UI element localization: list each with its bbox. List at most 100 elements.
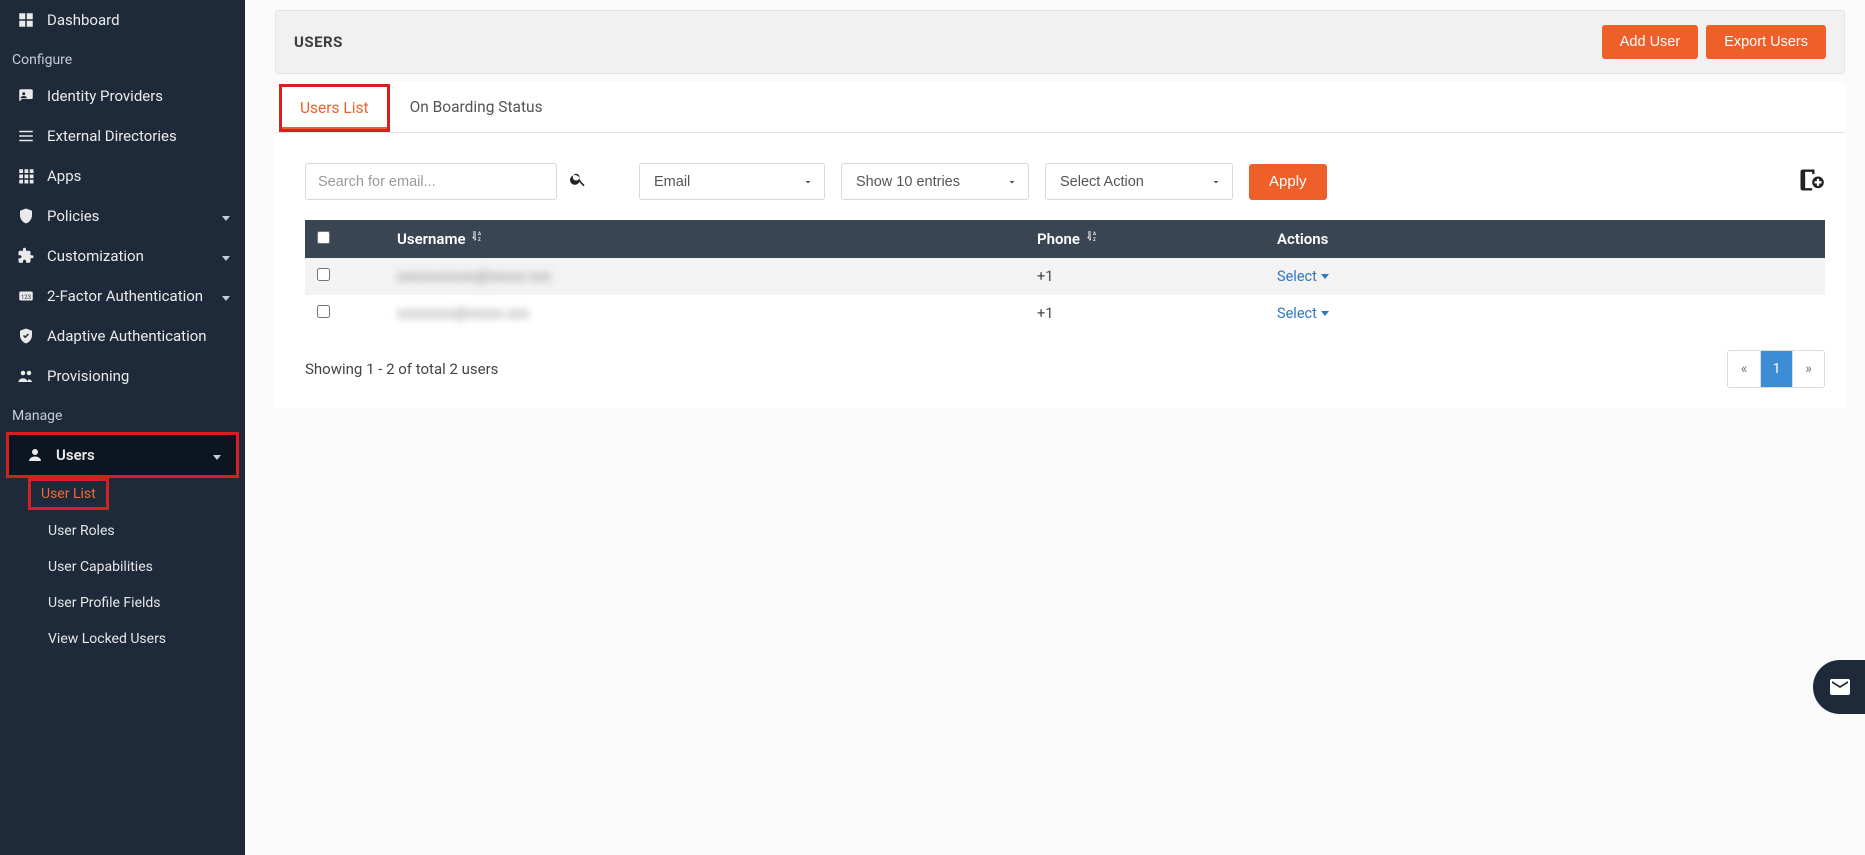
sidebar-item-label: Policies — [47, 207, 99, 225]
caret-down-icon — [1321, 274, 1329, 279]
sidebar-item-users[interactable]: Users — [6, 432, 239, 478]
sidebar-item-apps[interactable]: Apps — [0, 156, 245, 196]
col-phone[interactable]: Phone AZ — [1025, 220, 1265, 258]
id-badge-icon — [15, 87, 37, 105]
sidebar-item-policies[interactable]: Policies — [0, 196, 245, 236]
col-username[interactable]: Username AZ — [385, 220, 1025, 258]
sidebar-item-label: Customization — [47, 247, 144, 265]
sidebar-item-external-directories[interactable]: External Directories — [0, 116, 245, 156]
puzzle-icon — [15, 247, 37, 265]
select-all-checkbox[interactable] — [317, 231, 330, 244]
row-action-label: Select — [1277, 268, 1317, 285]
sidebar-item-provisioning[interactable]: Provisioning — [0, 356, 245, 396]
sort-icon: AZ — [471, 230, 483, 244]
chevron-down-icon — [222, 287, 230, 305]
sidebar-item-label: Adaptive Authentication — [47, 327, 207, 345]
entries-dropdown[interactable]: Show 10 entries — [841, 163, 1029, 200]
bulk-action-dropdown[interactable]: Select Action — [1045, 163, 1233, 200]
sidebar-sub-label: User List — [28, 478, 109, 510]
sidebar-item-identity-providers[interactable]: Identity Providers — [0, 76, 245, 116]
sidebar-sub-user-profile-fields[interactable]: User Profile Fields — [40, 585, 245, 621]
tabs: Users List On Boarding Status — [275, 82, 1845, 133]
sidebar-item-label: Apps — [47, 167, 81, 185]
sidebar-section-configure: Configure — [0, 40, 245, 76]
tab-onboarding-status[interactable]: On Boarding Status — [390, 82, 563, 132]
table-row: xxxxxxxx@xxxxx.xxx +1 Select — [305, 295, 1825, 332]
main-content: USERS Add User Export Users Users List O… — [245, 0, 1865, 855]
users-table-wrap: Username AZ Phone AZ Actions — [275, 220, 1845, 332]
phone-cell: +1 — [1037, 268, 1053, 285]
user-icon — [24, 446, 46, 464]
search-icon[interactable] — [569, 170, 587, 193]
sidebar-sub-label: User Capabilities — [48, 559, 153, 575]
filter-field-dropdown[interactable]: Email — [639, 163, 825, 200]
sidebar-sub-user-capabilities[interactable]: User Capabilities — [40, 549, 245, 585]
svg-text:Z: Z — [478, 237, 481, 243]
dashboard-icon — [15, 11, 37, 29]
list-icon — [15, 127, 37, 145]
tab-users-list[interactable]: Users List — [282, 87, 387, 129]
table-row: xxxxxxxxxxx@xxxxx.xxx +1 Select — [305, 258, 1825, 295]
sidebar-item-dashboard[interactable]: Dashboard — [0, 0, 245, 40]
sidebar-sub-user-roles[interactable]: User Roles — [40, 513, 245, 549]
table-footer: Showing 1 - 2 of total 2 users « 1 » — [275, 332, 1845, 408]
sidebar: Dashboard Configure Identity Providers E… — [0, 0, 245, 855]
number-icon: 123 — [15, 287, 37, 305]
row-action-select[interactable]: Select — [1277, 305, 1329, 322]
username-cell: xxxxxxxxxxx@xxxxx.xxx — [397, 268, 551, 285]
tab-users-list-highlight: Users List — [279, 84, 390, 132]
add-user-button[interactable]: Add User — [1602, 25, 1698, 59]
sidebar-item-label: Dashboard — [47, 11, 120, 29]
export-users-button[interactable]: Export Users — [1706, 25, 1826, 59]
sidebar-sub-user-list[interactable]: User List — [40, 478, 245, 513]
sidebar-sub-label: User Roles — [48, 523, 115, 539]
add-device-icon[interactable] — [1797, 166, 1825, 198]
sidebar-item-label: 2-Factor Authentication — [47, 287, 203, 305]
phone-cell: +1 — [1037, 305, 1053, 322]
page-prev-button[interactable]: « — [1728, 351, 1760, 387]
svg-text:A: A — [1093, 231, 1096, 237]
username-cell: xxxxxxxx@xxxxx.xxx — [397, 305, 529, 322]
col-header-label: Phone — [1037, 230, 1080, 248]
sidebar-item-adaptive-auth[interactable]: Adaptive Authentication — [0, 316, 245, 356]
showing-text: Showing 1 - 2 of total 2 users — [305, 360, 498, 378]
row-action-label: Select — [1277, 305, 1317, 322]
page-1-button[interactable]: 1 — [1760, 351, 1792, 387]
svg-text:123: 123 — [21, 294, 31, 301]
chevron-down-icon — [222, 247, 230, 265]
page-next-button[interactable]: » — [1792, 351, 1824, 387]
apply-button[interactable]: Apply — [1249, 164, 1327, 200]
caret-down-icon — [1321, 311, 1329, 316]
chevron-down-icon — [213, 446, 221, 464]
row-action-select[interactable]: Select — [1277, 268, 1329, 285]
sidebar-item-2fa[interactable]: 123 2-Factor Authentication — [0, 276, 245, 316]
pagination: « 1 » — [1727, 350, 1825, 388]
panel-header: USERS Add User Export Users — [275, 10, 1845, 74]
controls-row: Email Show 10 entries Select Action Appl… — [275, 133, 1845, 220]
shield-check-icon — [15, 327, 37, 345]
sort-icon: AZ — [1086, 230, 1098, 244]
users-cog-icon — [15, 367, 37, 385]
sidebar-item-label: External Directories — [47, 127, 177, 145]
users-table: Username AZ Phone AZ Actions — [305, 220, 1825, 332]
sidebar-item-customization[interactable]: Customization — [0, 236, 245, 276]
svg-text:A: A — [478, 231, 481, 237]
shield-icon — [15, 207, 37, 225]
sidebar-sub-label: User Profile Fields — [48, 595, 161, 611]
sidebar-item-label: Identity Providers — [47, 87, 163, 105]
sidebar-sub-view-locked-users[interactable]: View Locked Users — [40, 621, 245, 657]
page-title: USERS — [294, 33, 343, 51]
floating-help-button[interactable] — [1813, 660, 1865, 714]
sidebar-sub-label: View Locked Users — [48, 631, 166, 647]
row-checkbox[interactable] — [317, 268, 330, 281]
sidebar-item-label: Users — [56, 446, 95, 464]
sidebar-item-label: Provisioning — [47, 367, 129, 385]
col-header-label: Actions — [1277, 230, 1328, 248]
col-actions: Actions — [1265, 220, 1825, 258]
col-header-label: Username — [397, 230, 466, 248]
apps-grid-icon — [15, 167, 37, 185]
sidebar-section-manage: Manage — [0, 396, 245, 432]
search-input[interactable] — [305, 163, 557, 200]
row-checkbox[interactable] — [317, 305, 330, 318]
col-select-all — [305, 220, 385, 258]
